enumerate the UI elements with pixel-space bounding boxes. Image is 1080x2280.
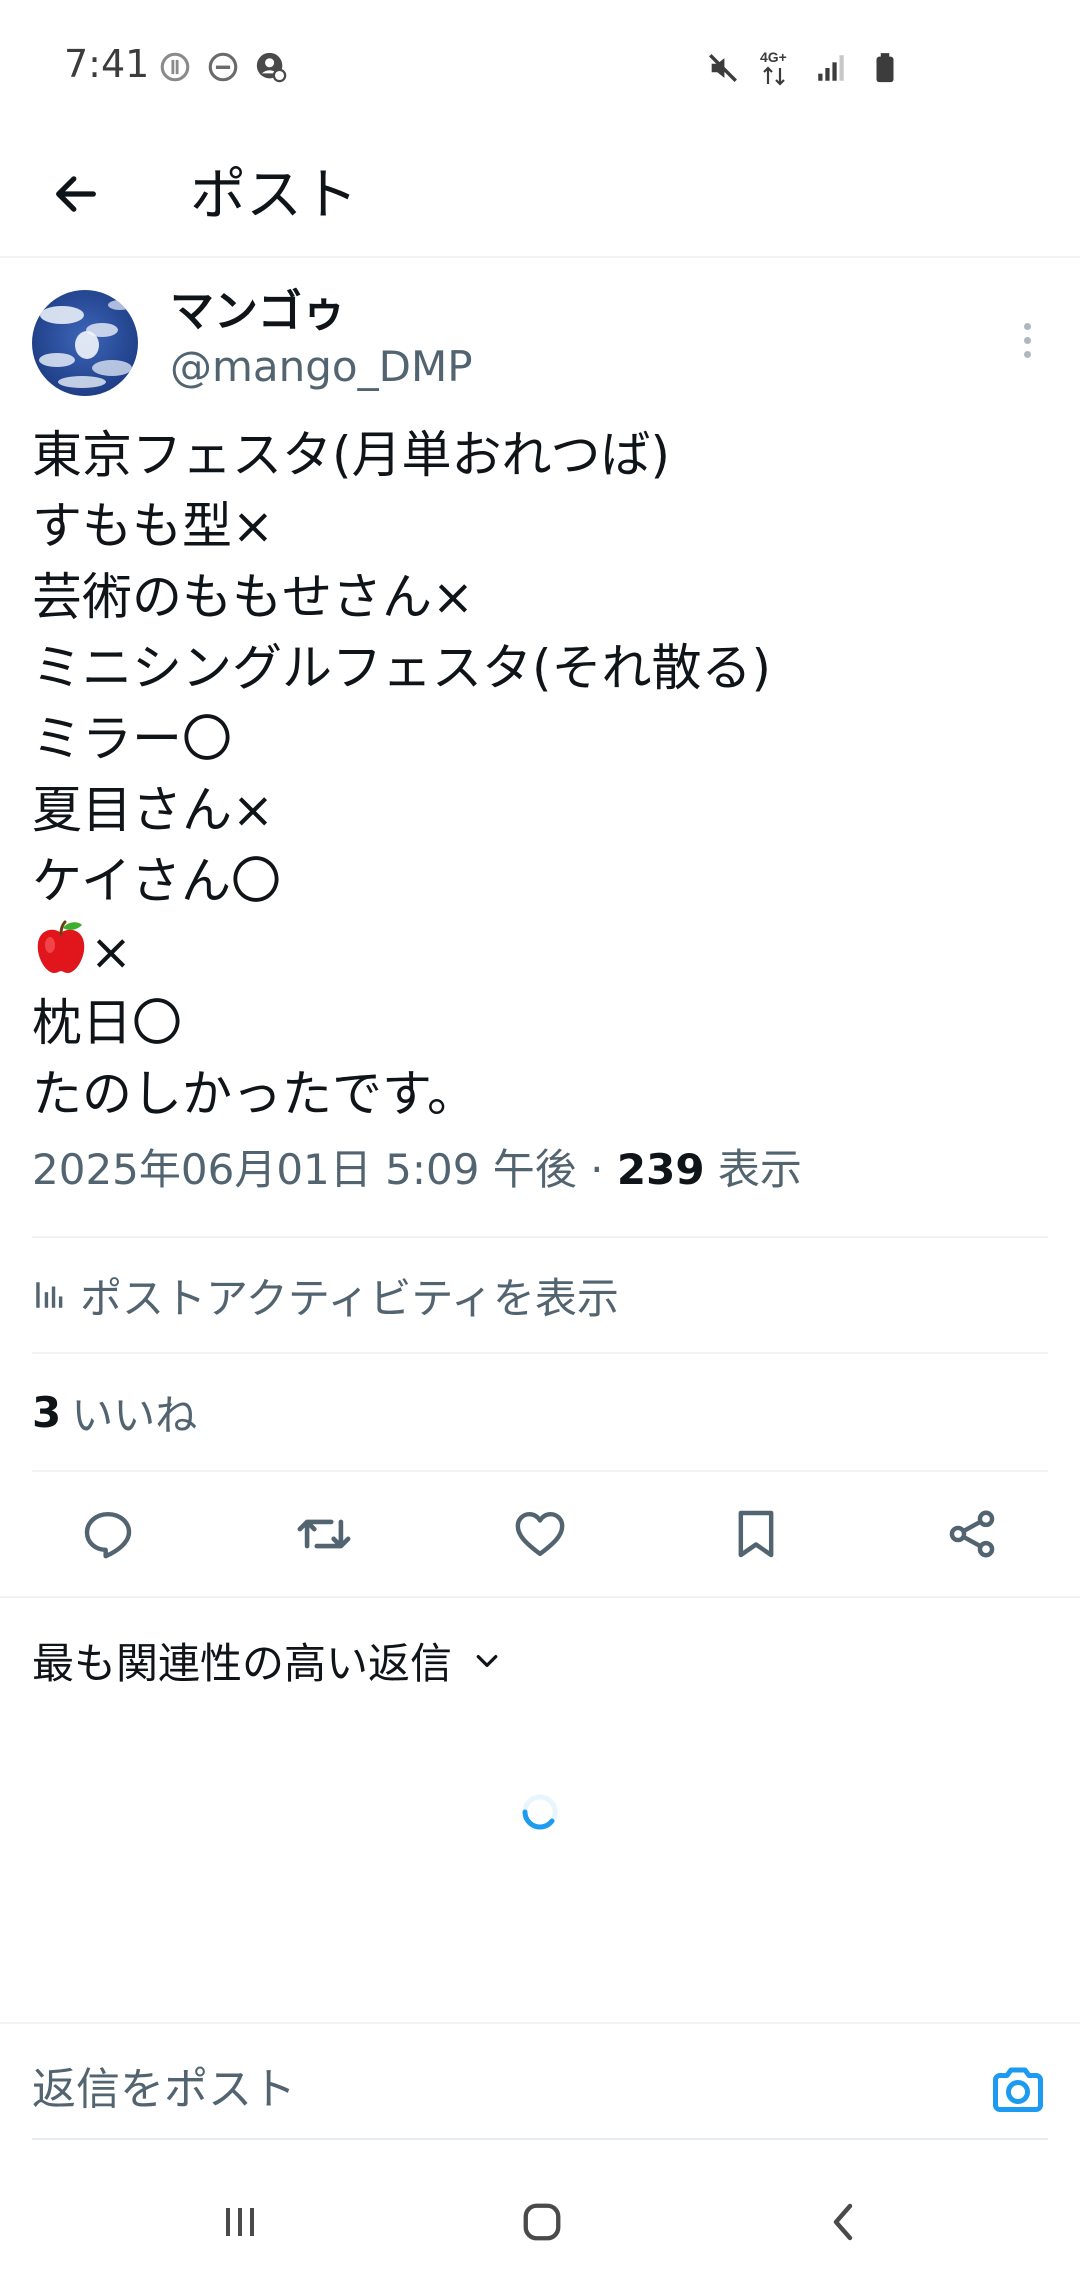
post-text-line: × [90, 923, 132, 981]
like-icon [515, 1511, 565, 1557]
divider [32, 1236, 1048, 1238]
status-time: 7:41 [64, 42, 150, 86]
more-dot [1023, 350, 1031, 358]
like-button[interactable] [508, 1502, 572, 1566]
more-dot [1023, 336, 1031, 344]
system-back-button[interactable] [812, 2190, 876, 2254]
bookmark-button[interactable] [724, 1502, 788, 1566]
reply-sort-label: 最も関連性の高い返信 [32, 1639, 453, 1688]
repost-icon [297, 1519, 351, 1549]
data-arrows-icon: 4G+ [760, 49, 787, 86]
page-title: ポスト [190, 163, 358, 228]
loading-spinner-icon [522, 1794, 558, 1830]
post-text-line-emoji: × [32, 917, 1042, 988]
app-header: ポスト [0, 136, 1080, 258]
post-activity-link[interactable]: ポストアクティビティを表示 [32, 1240, 619, 1350]
avatar-image [32, 290, 138, 396]
post-timestamp: 2025年06月01日 5:09 午後 [32, 1145, 577, 1194]
user-handle[interactable]: @mango_DMP [170, 340, 473, 394]
divider [0, 1596, 1080, 1598]
camera-button[interactable] [988, 2060, 1048, 2120]
home-icon [523, 2203, 561, 2241]
likes-label: いいね [71, 1390, 198, 1440]
post-text-line: ミニシングルフェスタ(それ散る) [32, 639, 772, 697]
meta-separator: · [590, 1145, 604, 1194]
post-meta: 2025年06月01日 5:09 午後 · 239 表示 [32, 1140, 802, 1200]
post-activity-label: ポストアクティビティを表示 [80, 1273, 619, 1323]
bar-chart-icon [36, 1282, 63, 1308]
app-notification-icon [256, 52, 287, 83]
post-text-line: ケイさん〇 [32, 852, 281, 910]
more-dot [1023, 322, 1031, 330]
recent-apps-icon [226, 2208, 254, 2236]
mute-icon [709, 54, 737, 82]
reply-button[interactable] [76, 1502, 140, 1566]
post-text-line: ミラー〇 [32, 710, 232, 768]
red-apple-icon [32, 919, 90, 977]
reply-input[interactable]: 返信をポスト [32, 2052, 972, 2128]
divider [32, 1470, 1048, 1472]
repost-button[interactable] [292, 1502, 356, 1566]
share-button[interactable] [940, 1502, 1004, 1566]
divider [32, 1352, 1048, 1354]
views-count: 239 [616, 1145, 705, 1194]
circle-alert-icon [160, 52, 190, 82]
post-text-line: 夏目さん× [32, 781, 274, 839]
likes-summary[interactable]: 3 いいね [32, 1356, 197, 1468]
do-not-disturb-icon [208, 52, 238, 82]
post-text-line: 東京フェスタ(月単おれつば) [32, 426, 671, 484]
status-icons-left [158, 50, 288, 84]
reply-sort-dropdown[interactable]: 最も関連性の高い返信 [32, 1630, 502, 1691]
reply-icon [84, 1511, 132, 1559]
recent-apps-button[interactable] [208, 2190, 272, 2254]
post-text-line: 芸術のももせさん× [32, 568, 474, 626]
avatar[interactable] [32, 290, 138, 396]
status-bar: 7:41 4G+ [0, 0, 1080, 136]
battery-icon [876, 53, 894, 83]
chevron-down-icon [476, 1654, 498, 1667]
post-actions [0, 1474, 1080, 1598]
system-nav-bar [0, 2160, 1080, 2280]
display-name[interactable]: マンゴゥ [170, 284, 346, 340]
camera-icon [993, 2067, 1043, 2112]
back-icon [833, 2203, 853, 2241]
signal-icon [818, 55, 844, 81]
post-text-line: たのしかったです。 [32, 1065, 477, 1123]
views-label: 表示 [717, 1145, 802, 1194]
network-label: 4G+ [760, 49, 787, 65]
post-text-line: すもも型× [32, 497, 274, 555]
post-text: 東京フェスタ(月単おれつば) すもも型× 芸術のももせさん× ミニシングルフェス… [32, 420, 1042, 1130]
share-icon [949, 1510, 995, 1558]
likes-count: 3 [32, 1387, 62, 1437]
status-icons-right: 4G+ [706, 48, 902, 88]
more-options-button[interactable] [1006, 310, 1048, 370]
reply-input-underline [32, 2138, 1048, 2140]
home-button[interactable] [510, 2190, 574, 2254]
back-button[interactable] [40, 158, 112, 230]
arrow-left-icon [56, 176, 96, 212]
bookmark-icon [738, 1510, 774, 1558]
divider [0, 2022, 1080, 2024]
post-text-line: 枕日〇 [32, 994, 182, 1052]
